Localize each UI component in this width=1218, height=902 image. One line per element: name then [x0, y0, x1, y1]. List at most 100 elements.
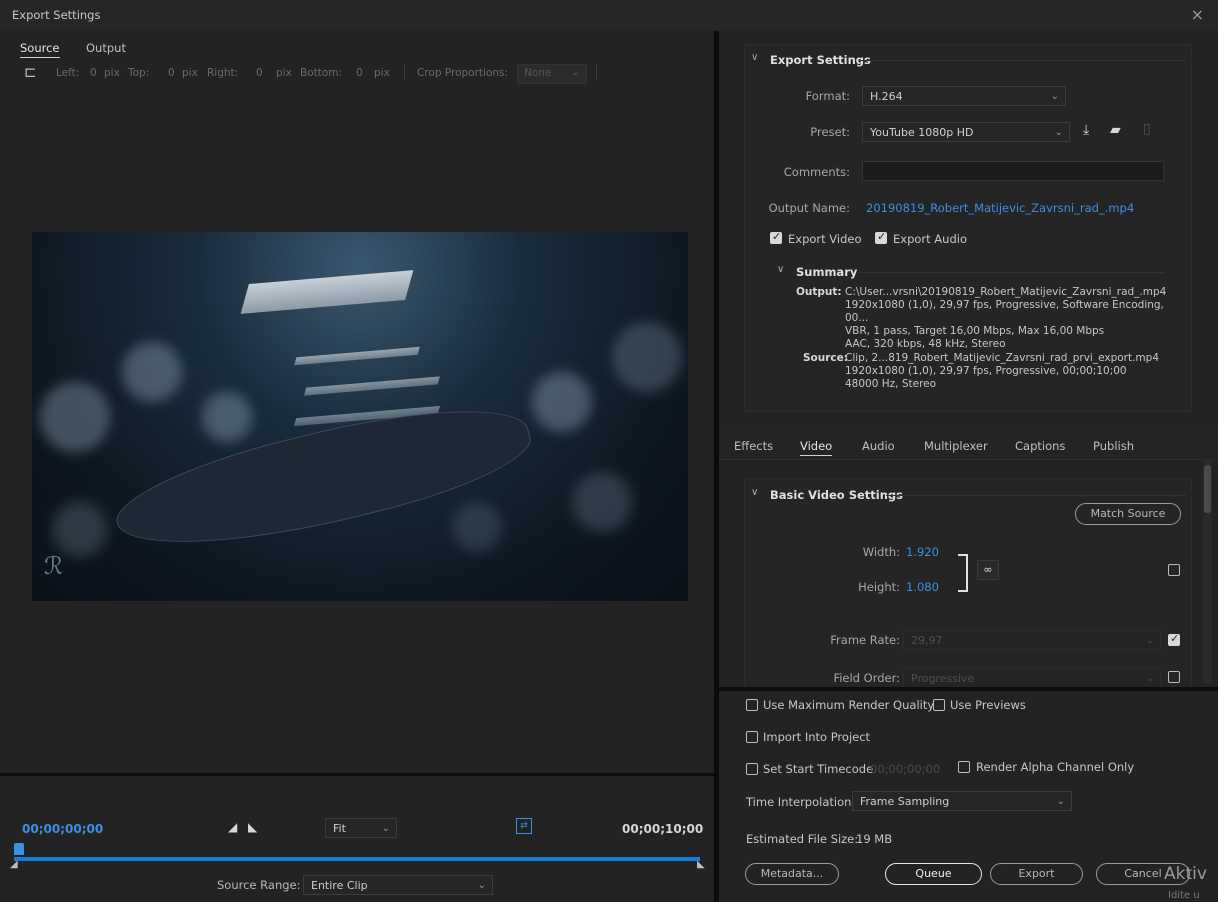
- comments-label: Comments:: [783, 165, 850, 179]
- crop-icon[interactable]: ⊏: [24, 63, 37, 81]
- crop-right-label: Right:: [207, 67, 239, 79]
- set-out-point-icon[interactable]: ◣: [248, 820, 257, 834]
- queue-button[interactable]: Queue: [885, 863, 982, 885]
- save-preset-icon[interactable]: ⤓: [1083, 122, 1089, 138]
- chevron-down-icon: ⌄: [1145, 673, 1154, 684]
- toolbar-divider: [404, 64, 405, 80]
- tab-audio[interactable]: Audio: [862, 439, 895, 453]
- floating-layer: [304, 376, 440, 396]
- current-timecode[interactable]: 00;00;00;00: [22, 822, 103, 836]
- crop-bottom-value[interactable]: 0: [356, 67, 363, 79]
- aspect-correction-icon[interactable]: ⇄: [516, 818, 532, 834]
- export-button[interactable]: Export: [990, 863, 1083, 885]
- bokeh-light: [452, 502, 502, 552]
- chevron-down-icon[interactable]: ∨: [751, 487, 758, 498]
- file-size-value: 19 MB: [856, 832, 893, 846]
- preset-dropdown[interactable]: YouTube 1080p HD ⌄: [862, 122, 1070, 142]
- section-rule: [860, 272, 1164, 273]
- scroll-thumb[interactable]: [1204, 465, 1211, 513]
- bokeh-light: [40, 382, 110, 452]
- tab-video[interactable]: Video: [800, 439, 833, 456]
- match-dimensions-checkbox[interactable]: [1168, 564, 1180, 576]
- tab-multiplexer[interactable]: Multiplexer: [924, 439, 988, 453]
- zoom-dropdown[interactable]: Fit ⌄: [325, 818, 397, 838]
- summary-output-label: Output:: [796, 286, 842, 298]
- export-audio-checkbox[interactable]: [875, 230, 887, 244]
- time-interpolation-dropdown[interactable]: Frame Sampling ⌄: [852, 791, 1072, 811]
- height-label: Height:: [858, 580, 900, 594]
- format-dropdown[interactable]: H.264 ⌄: [862, 86, 1066, 106]
- crop-bottom-label: Bottom:: [300, 67, 343, 79]
- crop-left-value[interactable]: 0: [90, 67, 97, 79]
- summary-output-text: C:\User...vrsni\20190819_Robert_Matijevi…: [845, 286, 1167, 350]
- constrain-link-icon[interactable]: ∞: [977, 560, 999, 580]
- start-timecode-checkbox[interactable]: [746, 763, 758, 775]
- width-value[interactable]: 1.920: [906, 545, 939, 559]
- tab-captions[interactable]: Captions: [1015, 439, 1065, 453]
- section-rule: [860, 60, 1186, 61]
- crop-toolbar: ⊏ Left: 0 pix Top: 0 pix Right: 0 pix Bo…: [0, 61, 714, 84]
- in-point-marker[interactable]: ◢: [10, 859, 18, 870]
- max-render-quality-label: Use Maximum Render Quality: [763, 698, 935, 712]
- timeline-bar[interactable]: [14, 857, 700, 861]
- title-bar: Export Settings ×: [0, 0, 1218, 30]
- use-previews-checkbox[interactable]: [933, 699, 945, 711]
- toolbar-divider: [596, 64, 597, 80]
- crop-top-label: Top:: [128, 67, 150, 79]
- panel-divider: [0, 773, 714, 776]
- crop-left-label: Left:: [56, 67, 80, 79]
- chevron-down-icon: ⌄: [1054, 127, 1063, 138]
- height-value[interactable]: 1.080: [906, 580, 939, 594]
- video-preview[interactable]: ℛ: [32, 232, 688, 601]
- tab-source[interactable]: Source: [20, 41, 60, 58]
- chevron-down-icon: ⌄: [1050, 91, 1059, 102]
- source-range-dropdown[interactable]: Entire Clip ⌄: [303, 875, 493, 895]
- close-icon[interactable]: ×: [1191, 5, 1204, 24]
- set-in-point-icon[interactable]: ◢: [228, 820, 237, 834]
- delete-preset-icon: ▯: [1143, 121, 1151, 137]
- preset-label: Preset:: [810, 125, 850, 139]
- summary-heading[interactable]: Summary: [796, 265, 857, 279]
- crop-unit: pix: [182, 67, 198, 79]
- match-source-button[interactable]: Match Source: [1075, 503, 1181, 525]
- floating-layer: [294, 346, 420, 366]
- time-interpolation-label: Time Interpolation:: [746, 795, 856, 809]
- basic-video-heading[interactable]: Basic Video Settings: [770, 488, 903, 502]
- max-render-quality-checkbox[interactable]: [746, 699, 758, 711]
- file-size-label: Estimated File Size:: [746, 832, 859, 846]
- frame-rate-label: Frame Rate:: [830, 633, 900, 647]
- bokeh-light: [122, 342, 182, 402]
- crop-top-value[interactable]: 0: [168, 67, 175, 79]
- match-frame-rate-checkbox[interactable]: [1168, 632, 1180, 646]
- chevron-down-icon[interactable]: ∨: [751, 52, 758, 63]
- import-project-checkbox[interactable]: [746, 731, 758, 743]
- export-audio-label: Export Audio: [893, 232, 967, 246]
- width-label: Width:: [862, 545, 900, 559]
- tab-publish[interactable]: Publish: [1093, 439, 1134, 453]
- import-preset-icon[interactable]: ▰: [1110, 122, 1121, 138]
- match-field-order-checkbox[interactable]: [1168, 671, 1180, 683]
- chevron-down-icon[interactable]: ∨: [777, 264, 784, 275]
- crop-unit: pix: [374, 67, 390, 79]
- tab-effects[interactable]: Effects: [734, 439, 773, 453]
- bokeh-light: [572, 472, 632, 532]
- crop-proportions-dropdown[interactable]: None ⌄: [517, 64, 587, 84]
- bokeh-light: [532, 372, 592, 432]
- comments-input[interactable]: [862, 161, 1164, 181]
- export-settings-heading[interactable]: Export Settings: [770, 53, 871, 67]
- section-rule: [886, 495, 1186, 496]
- start-timecode-label: Set Start Timecode: [763, 762, 874, 776]
- window-title: Export Settings: [12, 8, 101, 22]
- playhead-handle[interactable]: [14, 843, 24, 855]
- field-order-dropdown: Progressive ⌄: [903, 668, 1161, 688]
- render-alpha-label: Render Alpha Channel Only: [976, 760, 1135, 774]
- tab-output[interactable]: Output: [86, 41, 126, 55]
- metadata-button[interactable]: Metadata...: [745, 863, 839, 885]
- out-point-marker[interactable]: ◣: [697, 859, 705, 870]
- output-name-link[interactable]: 20190819_Robert_Matijevic_Zavrsni_rad_.m…: [866, 201, 1134, 215]
- render-alpha-checkbox[interactable]: [958, 761, 970, 773]
- crop-unit: pix: [276, 67, 292, 79]
- export-video-checkbox[interactable]: [770, 230, 782, 244]
- chevron-down-icon: ⌄: [571, 66, 580, 78]
- crop-right-value[interactable]: 0: [256, 67, 263, 79]
